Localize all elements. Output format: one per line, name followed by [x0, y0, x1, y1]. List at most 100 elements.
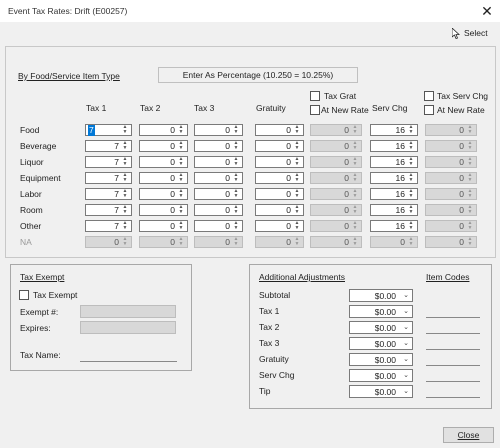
rate-serv-chg-spinner[interactable]: 16 ▲ ▼	[370, 188, 418, 200]
adjustment-amount-dropdown[interactable]: $0.00 ⌄	[349, 337, 413, 350]
spinner-arrows-icon[interactable]: ▲ ▼	[293, 189, 301, 200]
chevron-down-icon: ⌄	[403, 356, 409, 363]
spinner-arrows-icon[interactable]: ▲ ▼	[177, 157, 185, 168]
rate-tax3-spinner[interactable]: 0 ▲ ▼	[194, 156, 243, 168]
item-code-field[interactable]	[426, 365, 480, 366]
rate-gratuity-spinner[interactable]: 0 ▲ ▼	[255, 220, 304, 232]
rate-serv-chg-spinner[interactable]: 16 ▲ ▼	[370, 220, 418, 232]
rate-gratuity-spinner[interactable]: 0 ▲ ▼	[255, 204, 304, 216]
rate-tax3-spinner[interactable]: 0 ▲ ▼	[194, 220, 243, 232]
spinner-arrows-icon[interactable]: ▲ ▼	[177, 125, 185, 136]
spinner-arrows-icon[interactable]: ▲ ▼	[121, 157, 129, 168]
rate-tax3-spinner[interactable]: 0 ▲ ▼	[194, 188, 243, 200]
spinner-arrows-icon[interactable]: ▲ ▼	[177, 173, 185, 184]
spinner-arrows-icon[interactable]: ▲ ▼	[177, 205, 185, 216]
rate-serv-chg-spinner[interactable]: 16 ▲ ▼	[370, 204, 418, 216]
spinner-arrows-icon[interactable]: ▲ ▼	[232, 221, 240, 232]
rate-tax3-spinner[interactable]: 0 ▲ ▼	[194, 124, 243, 136]
spinner-arrows-icon[interactable]: ▲ ▼	[407, 157, 415, 168]
close-button[interactable]: Close	[443, 427, 494, 443]
spinner-arrows-icon[interactable]: ▲ ▼	[407, 205, 415, 216]
rate-gratuity-spinner[interactable]: 0 ▲ ▼	[255, 156, 304, 168]
rate-tax2-spinner[interactable]: 0 ▲ ▼	[139, 156, 188, 168]
item-code-field[interactable]	[426, 333, 480, 334]
spinner-arrows-icon[interactable]: ▲ ▼	[177, 141, 185, 152]
rate-serv-chg-spinner[interactable]: 16 ▲ ▼	[370, 156, 418, 168]
rate-tax3-spinner[interactable]: 0 ▲ ▼	[194, 204, 243, 216]
tax-serv-chg-label: Tax Serv Chg	[437, 91, 489, 101]
spinner-arrows-icon[interactable]: ▲ ▼	[121, 141, 129, 152]
rate-gratuity-spinner[interactable]: 0 ▲ ▼	[255, 140, 304, 152]
adjustment-amount-dropdown[interactable]: $0.00 ⌄	[349, 305, 413, 318]
rate-tax2-spinner[interactable]: 0 ▲ ▼	[139, 220, 188, 232]
adjustment-amount-dropdown[interactable]: $0.00 ⌄	[349, 321, 413, 334]
rate-gratuity-spinner[interactable]: 0 ▲ ▼	[255, 124, 304, 136]
spinner-arrows-icon[interactable]: ▲ ▼	[232, 173, 240, 184]
spinner-arrows-icon[interactable]: ▲ ▼	[177, 221, 185, 232]
select-button[interactable]: Select	[451, 26, 488, 40]
spinner-arrows-icon[interactable]: ▲ ▼	[407, 189, 415, 200]
spinner-arrows-icon[interactable]: ▲ ▼	[293, 125, 301, 136]
spinner-arrows-icon[interactable]: ▲ ▼	[232, 157, 240, 168]
item-code-field[interactable]	[426, 349, 480, 350]
tax-grat-checkbox[interactable]	[310, 91, 320, 101]
close-icon[interactable]: ✕	[478, 2, 496, 20]
spinner-arrows-icon[interactable]: ▲ ▼	[121, 125, 129, 136]
by-item-type-link[interactable]: By Food/Service Item Type	[18, 71, 120, 81]
rate-tax1-spinner[interactable]: 7 ▲ ▼	[85, 204, 132, 216]
spinner-arrows-icon[interactable]: ▲ ▼	[121, 173, 129, 184]
tax-name-field[interactable]	[80, 361, 177, 362]
rate-tax2-spinner[interactable]: 0 ▲ ▼	[139, 124, 188, 136]
spinner-arrows-icon[interactable]: ▲ ▼	[293, 205, 301, 216]
adjustment-amount-dropdown[interactable]: $0.00 ⌄	[349, 289, 413, 302]
rate-gratuity-spinner[interactable]: 0 ▲ ▼	[255, 188, 304, 200]
rate-tax1-spinner[interactable]: 7 ▲ ▼	[85, 140, 132, 152]
rate-gratuity-spinner[interactable]: 0 ▲ ▼	[255, 172, 304, 184]
rate-tax1-spinner[interactable]: 7 ▲ ▼	[85, 156, 132, 168]
spinner-arrows-icon[interactable]: ▲ ▼	[121, 189, 129, 200]
rate-value: 16	[395, 125, 405, 135]
rate-value: 0	[286, 189, 291, 199]
spinner-arrows-icon[interactable]: ▲ ▼	[407, 173, 415, 184]
item-code-field[interactable]	[426, 397, 480, 398]
rate-tax2-spinner[interactable]: 0 ▲ ▼	[139, 172, 188, 184]
spinner-arrows-icon[interactable]: ▲ ▼	[232, 189, 240, 200]
spinner-arrows-icon[interactable]: ▲ ▼	[177, 189, 185, 200]
spinner-arrows-icon[interactable]: ▲ ▼	[293, 221, 301, 232]
rate-serv-chg-spinner[interactable]: 16 ▲ ▼	[370, 140, 418, 152]
spinner-arrows-icon[interactable]: ▲ ▼	[293, 157, 301, 168]
adjustment-amount-dropdown[interactable]: $0.00 ⌄	[349, 353, 413, 366]
spinner-arrows-icon[interactable]: ▲ ▼	[293, 173, 301, 184]
rate-serv-chg-spinner: 0 ▲ ▼	[370, 236, 418, 248]
rate-tax3-spinner[interactable]: 0 ▲ ▼	[194, 140, 243, 152]
spinner-arrows-icon[interactable]: ▲ ▼	[293, 141, 301, 152]
rate-tax1-spinner[interactable]: 7 ▲ ▼	[85, 124, 132, 136]
rate-tax3-spinner[interactable]: 0 ▲ ▼	[194, 172, 243, 184]
spinner-arrows-icon[interactable]: ▲ ▼	[232, 125, 240, 136]
rate-tax-serv-chg-spinner: 0 ▲ ▼	[425, 140, 477, 152]
spinner-arrows-icon[interactable]: ▲ ▼	[407, 221, 415, 232]
at-new-rate-checkbox-1[interactable]	[310, 105, 320, 115]
item-code-field[interactable]	[426, 317, 480, 318]
rate-serv-chg-spinner[interactable]: 16 ▲ ▼	[370, 124, 418, 136]
rate-tax2-spinner[interactable]: 0 ▲ ▼	[139, 204, 188, 216]
rate-serv-chg-spinner[interactable]: 16 ▲ ▼	[370, 172, 418, 184]
spinner-arrows-icon[interactable]: ▲ ▼	[407, 125, 415, 136]
spinner-arrows-icon[interactable]: ▲ ▼	[407, 141, 415, 152]
at-new-rate-checkbox-2[interactable]	[424, 105, 434, 115]
rate-tax2-spinner[interactable]: 0 ▲ ▼	[139, 140, 188, 152]
adjustment-amount-dropdown[interactable]: $0.00 ⌄	[349, 369, 413, 382]
rate-value: 0	[286, 157, 291, 167]
rate-tax2-spinner[interactable]: 0 ▲ ▼	[139, 188, 188, 200]
spinner-arrows-icon[interactable]: ▲ ▼	[232, 141, 240, 152]
item-code-field[interactable]	[426, 381, 480, 382]
spinner-arrows-icon[interactable]: ▲ ▼	[121, 205, 129, 216]
rate-tax1-spinner[interactable]: 7 ▲ ▼	[85, 188, 132, 200]
rate-tax1-spinner[interactable]: 7 ▲ ▼	[85, 172, 132, 184]
adjustment-amount-dropdown[interactable]: $0.00 ⌄	[349, 385, 413, 398]
tax-serv-chg-checkbox[interactable]	[424, 91, 434, 101]
tax-exempt-checkbox[interactable]	[19, 290, 29, 300]
spinner-arrows-icon[interactable]: ▲ ▼	[121, 221, 129, 232]
rate-tax1-spinner[interactable]: 7 ▲ ▼	[85, 220, 132, 232]
spinner-arrows-icon[interactable]: ▲ ▼	[232, 205, 240, 216]
